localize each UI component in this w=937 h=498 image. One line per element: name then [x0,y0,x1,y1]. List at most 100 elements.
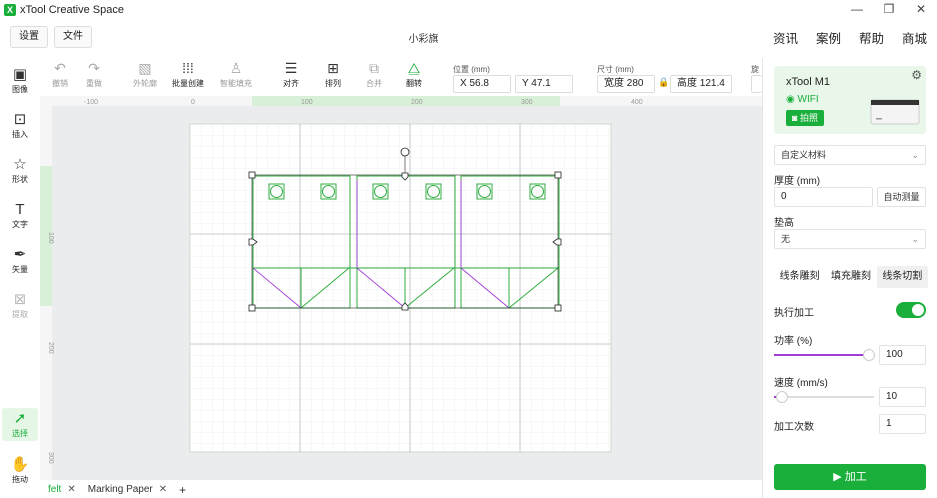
resize-handle[interactable] [248,171,256,179]
text-icon: T [15,201,25,218]
combine-button[interactable]: ⧉ 合并 [352,58,396,89]
execute-label: 执行加工 [774,308,814,319]
lock-ratio-icon[interactable]: 🔒 [658,77,669,88]
process-mode-tabs: 线条雕刻 填充雕刻 线条切割 [774,266,928,288]
resize-handle[interactable] [248,304,256,312]
close-tab-icon[interactable]: ✕ [159,484,167,495]
flip-button[interactable]: ⧋ 翻转 [392,58,436,89]
redo-button[interactable]: ↷ 重做 [72,58,116,89]
app-title: xTool Creative Space [20,4,124,16]
canvas-svg[interactable]: -100 0 100 200 300 400 100 200 300 [40,96,762,480]
tab-marking-paper[interactable]: Marking Paper ✕ [88,484,167,495]
slider-knob[interactable] [863,349,875,361]
extract-icon: ⊠ [13,291,27,308]
ruler-tick-label: 300 [521,99,533,106]
ruler-tick-label: 300 [47,452,54,464]
resize-handle[interactable] [554,304,562,312]
ruler-tick-label: 200 [47,342,54,354]
tab-line-engrave[interactable]: 线条雕刻 [774,266,825,288]
rotate-handle[interactable] [400,147,410,157]
canvas-area[interactable]: -100 0 100 200 300 400 100 200 300 [40,96,762,480]
store-link[interactable]: 商城 [902,28,927,47]
device-card[interactable]: xTool M1 ◉ WIFI ◙ 拍照 ⚙ [774,66,926,134]
ruler-tick-label: 0 [191,99,195,106]
vector-icon: ✒ [13,246,27,263]
rotate-field[interactable] [751,75,762,93]
close-tab-icon[interactable]: ✕ [67,484,75,495]
material-select[interactable]: 自定义材料 ⌄ [774,145,926,165]
shape-icon: ☆ [13,156,27,173]
image-tool[interactable]: ▣ 图像 [2,66,38,95]
passes-input[interactable]: 1 [879,414,926,434]
select-icon: ➚ [13,410,27,427]
power-input[interactable]: 100 [879,345,926,365]
thickness-input[interactable]: 0 [774,187,873,207]
close-window-button[interactable]: ✕ [905,0,937,20]
grid-dots-icon: ⁞⁞⁞ [182,60,194,76]
outline-button[interactable]: ▧ 外轮廓 [123,58,167,89]
raise-label: 垫高 [774,218,794,229]
execute-toggle[interactable] [896,302,926,318]
speed-input[interactable]: 10 [879,387,926,407]
height-field[interactable]: 高度 121.4 [670,75,732,93]
ruler-tick-label: 100 [301,99,313,106]
process-button[interactable]: ▶ 加工 [774,464,926,490]
x-position-field[interactable]: X 56.8 [453,75,511,93]
extract-tool[interactable]: ⊠ 提取 [2,291,38,320]
passes-label: 加工次数 [774,422,814,433]
add-tab-button[interactable]: + [179,483,186,497]
power-label: 功率 (%) [774,336,813,347]
minimize-button[interactable]: — [841,0,873,20]
outline-icon: ▧ [138,60,152,76]
y-position-field[interactable]: Y 47.1 [515,75,573,93]
image-icon: ▣ [12,66,28,83]
help-link[interactable]: 帮助 [859,28,884,47]
resize-handle[interactable] [554,171,562,179]
app-logo-icon: X [4,4,16,16]
gear-icon[interactable]: ⚙ [911,68,922,82]
text-tool[interactable]: T 文字 [2,201,38,230]
ruler-tick-label: 100 [47,232,54,244]
play-circle-icon: ▶ [833,471,845,483]
insert-icon: ⊡ [13,111,27,128]
slider-knob[interactable] [776,391,788,403]
raise-select[interactable]: 无 ⌄ [774,229,926,249]
align-button[interactable]: ☰ 对齐 [269,58,313,89]
left-toolbar: ▣ 图像 ⊡ 插入 ☆ 形状 T 文字 ✒ 矢量 ⊠ 提取 ➚ 选择 ✋ 拖动 [0,58,40,498]
batch-create-button[interactable]: ⁞⁞⁞ 批量创建 [166,58,210,89]
camera-icon: ◙ [792,113,800,123]
arrange-button[interactable]: ⊞ 排列 [311,58,355,89]
take-photo-button[interactable]: ◙ 拍照 [786,110,824,126]
device-name: xTool M1 [786,76,831,88]
right-panel: xTool M1 ◉ WIFI ◙ 拍照 ⚙ 自定义材料 ⌄ 厚度 (mm) 0 … [762,58,937,498]
speed-label: 速度 (mm/s) [774,378,828,389]
chevron-down-icon: ⌄ [911,150,919,160]
flip-icon: ⧋ [407,60,421,76]
ruler-selection-h [252,96,560,106]
thickness-label: 厚度 (mm) [774,176,821,187]
restore-button[interactable]: ❐ [873,0,905,20]
speed-slider[interactable] [774,391,874,403]
align-icon: ☰ [284,60,298,76]
vector-tool[interactable]: ✒ 矢量 [2,246,38,275]
stamp-icon: ♙ [229,60,243,76]
smart-fill-button[interactable]: ♙ 智能填充 [214,58,258,89]
news-link[interactable]: 资讯 [773,28,798,47]
width-field[interactable]: 宽度 280 [597,75,655,93]
chevron-down-icon: ⌄ [911,234,919,244]
title-bar: X xTool Creative Space — ❐ ✕ [0,0,937,20]
hand-tool[interactable]: ✋ 拖动 [2,456,38,485]
insert-tool[interactable]: ⊡ 插入 [2,111,38,140]
tab-fill-engrave[interactable]: 填充雕刻 [825,266,876,288]
cases-link[interactable]: 案例 [816,28,841,47]
shape-tool[interactable]: ☆ 形状 [2,156,38,185]
tab-line-cut[interactable]: 线条切割 [876,266,928,288]
select-tool[interactable]: ➚ 选择 [2,408,38,441]
toolbar: ↶ 撤销 ↷ 重做 ▧ 外轮廓 ⁞⁞⁞ 批量创建 ♙ 智能填充 ☰ 对齐 ⊞ 排列 ⧉ 合并 ⧋… [40,58,762,96]
hand-icon: ✋ [10,456,30,473]
size-label: 尺寸 (mm) [597,65,634,74]
rotate-label: 旋 [751,65,759,74]
power-slider[interactable] [774,349,875,361]
tab-felt[interactable]: felt ✕ [48,484,76,495]
auto-measure-button[interactable]: 自动测量 [877,187,926,207]
